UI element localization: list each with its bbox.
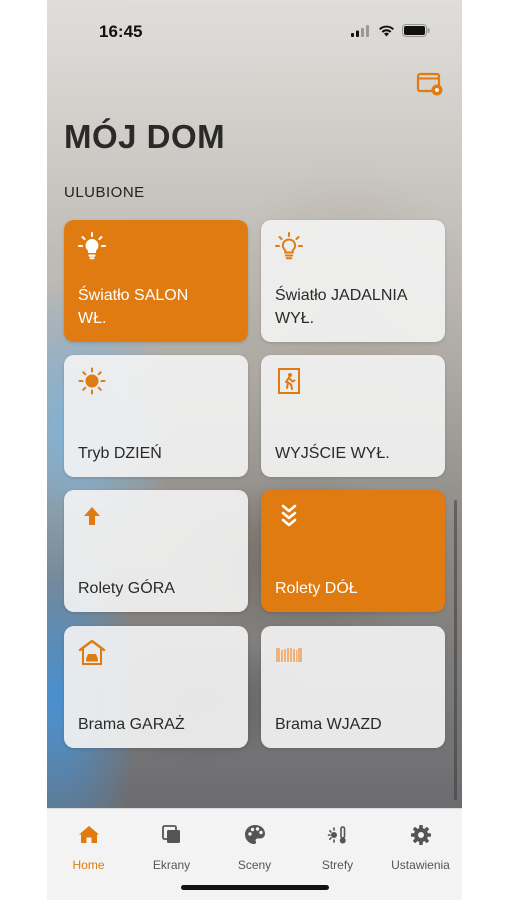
zones-icon xyxy=(327,826,346,844)
home-indicator[interactable] xyxy=(181,885,329,890)
tile-label: Tryb DZIEŃ xyxy=(78,445,162,462)
tile-mode-day[interactable]: Tryb DZIEŃ xyxy=(64,355,248,477)
tile-label: Światło SALON WŁ. xyxy=(78,287,189,327)
home-icon xyxy=(78,826,99,843)
tab-zones[interactable]: Strefy xyxy=(296,823,379,872)
tab-label: Ustawienia xyxy=(391,858,450,872)
gear-icon xyxy=(410,825,431,845)
tab-label: Strefy xyxy=(321,858,354,872)
phone-screen: 16:45 MÓJ DOM ULUBIONE Światło SALON WŁ.… xyxy=(47,0,462,900)
scrollbar[interactable] xyxy=(454,500,457,800)
screens-icon xyxy=(161,825,180,843)
signal-icon xyxy=(351,24,369,37)
garage-icon xyxy=(78,639,106,665)
status-bar: 16:45 xyxy=(47,18,462,46)
tab-label: Home xyxy=(72,858,105,872)
tab-screens[interactable]: Ekrany xyxy=(130,823,213,872)
window-gear-icon xyxy=(416,72,443,96)
tile-exit[interactable]: WYJŚCIE WYŁ. xyxy=(261,355,445,477)
section-label-favorites: ULUBIONE xyxy=(64,184,145,201)
tab-settings[interactable]: Ustawienia xyxy=(379,823,462,872)
tile-gate-entry[interactable]: Brama WJAZD xyxy=(261,626,445,748)
tile-label: WYJŚCIE WYŁ. xyxy=(275,445,390,462)
palette-icon xyxy=(244,825,265,844)
tile-gate-garage[interactable]: Brama GARAŻ xyxy=(64,626,248,748)
tab-home[interactable]: Home xyxy=(47,823,130,872)
tab-scenes[interactable]: Sceny xyxy=(213,823,296,872)
gate-icon xyxy=(276,648,302,662)
tile-light-jadalnia[interactable]: Światło JADALNIA WYŁ. xyxy=(261,220,445,342)
lightbulb-on-icon xyxy=(78,232,106,260)
status-time: 16:45 xyxy=(99,22,143,41)
tile-label: Rolety DÓŁ xyxy=(275,580,358,597)
tile-shutters-up[interactable]: Rolety GÓRA xyxy=(64,490,248,612)
tile-label: Rolety GÓRA xyxy=(78,580,175,597)
tile-light-salon[interactable]: Światło SALON WŁ. xyxy=(64,220,248,342)
battery-icon xyxy=(402,24,430,37)
tab-label: Sceny xyxy=(237,858,272,872)
sun-icon xyxy=(78,367,106,395)
tile-label: Światło JADALNIA WYŁ. xyxy=(275,287,408,327)
screen-settings-button[interactable] xyxy=(416,70,444,98)
tile-label: Brama WJAZD xyxy=(275,716,382,733)
tab-label: Ekrany xyxy=(152,858,191,872)
arrow-up-icon xyxy=(84,507,100,525)
wifi-icon xyxy=(379,25,394,36)
chevrons-down-icon xyxy=(281,504,297,527)
lightbulb-off-icon xyxy=(275,232,303,260)
exit-door-icon xyxy=(278,368,300,394)
tile-label: Brama GARAŻ xyxy=(78,716,185,733)
page-title: MÓJ DOM xyxy=(64,118,226,155)
tile-shutters-down[interactable]: Rolety DÓŁ xyxy=(261,490,445,612)
